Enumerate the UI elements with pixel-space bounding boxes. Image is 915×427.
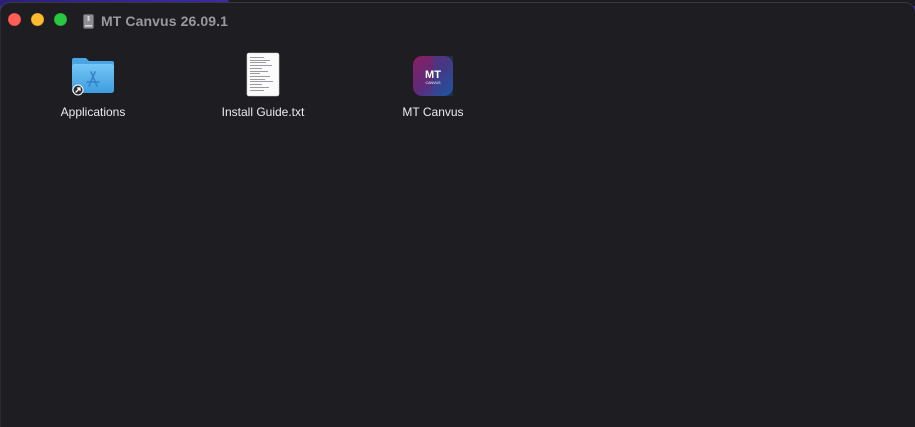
window-title: MT Canvus 26.09.1 bbox=[101, 13, 228, 29]
app-icon-text: MT bbox=[425, 69, 441, 81]
window-title-group: MT Canvus 26.09.1 bbox=[83, 12, 228, 30]
minimize-button[interactable] bbox=[31, 13, 44, 26]
applications-label: Applications bbox=[60, 105, 126, 119]
close-button[interactable] bbox=[8, 13, 21, 26]
mt-canvus-label: MT Canvus bbox=[402, 105, 464, 119]
finder-window: MT Canvus 26.09.1 Applications Install G… bbox=[0, 2, 915, 427]
window-titlebar[interactable]: MT Canvus 26.09.1 bbox=[0, 2, 915, 38]
zoom-button[interactable] bbox=[54, 13, 67, 26]
app-icon-subtext: CANVUS bbox=[426, 81, 442, 85]
mt-canvus-app-item[interactable]: MT CANVUS MT Canvus bbox=[368, 52, 498, 119]
disk-image-icon bbox=[83, 13, 94, 29]
applications-alias-item[interactable]: Applications bbox=[28, 52, 158, 119]
text-document-icon bbox=[239, 52, 287, 100]
install-guide-label: Install Guide.txt bbox=[221, 105, 305, 119]
install-guide-item[interactable]: Install Guide.txt bbox=[198, 52, 328, 119]
applications-folder-alias-icon bbox=[69, 52, 117, 100]
mt-canvus-app-icon: MT CANVUS bbox=[409, 52, 457, 100]
